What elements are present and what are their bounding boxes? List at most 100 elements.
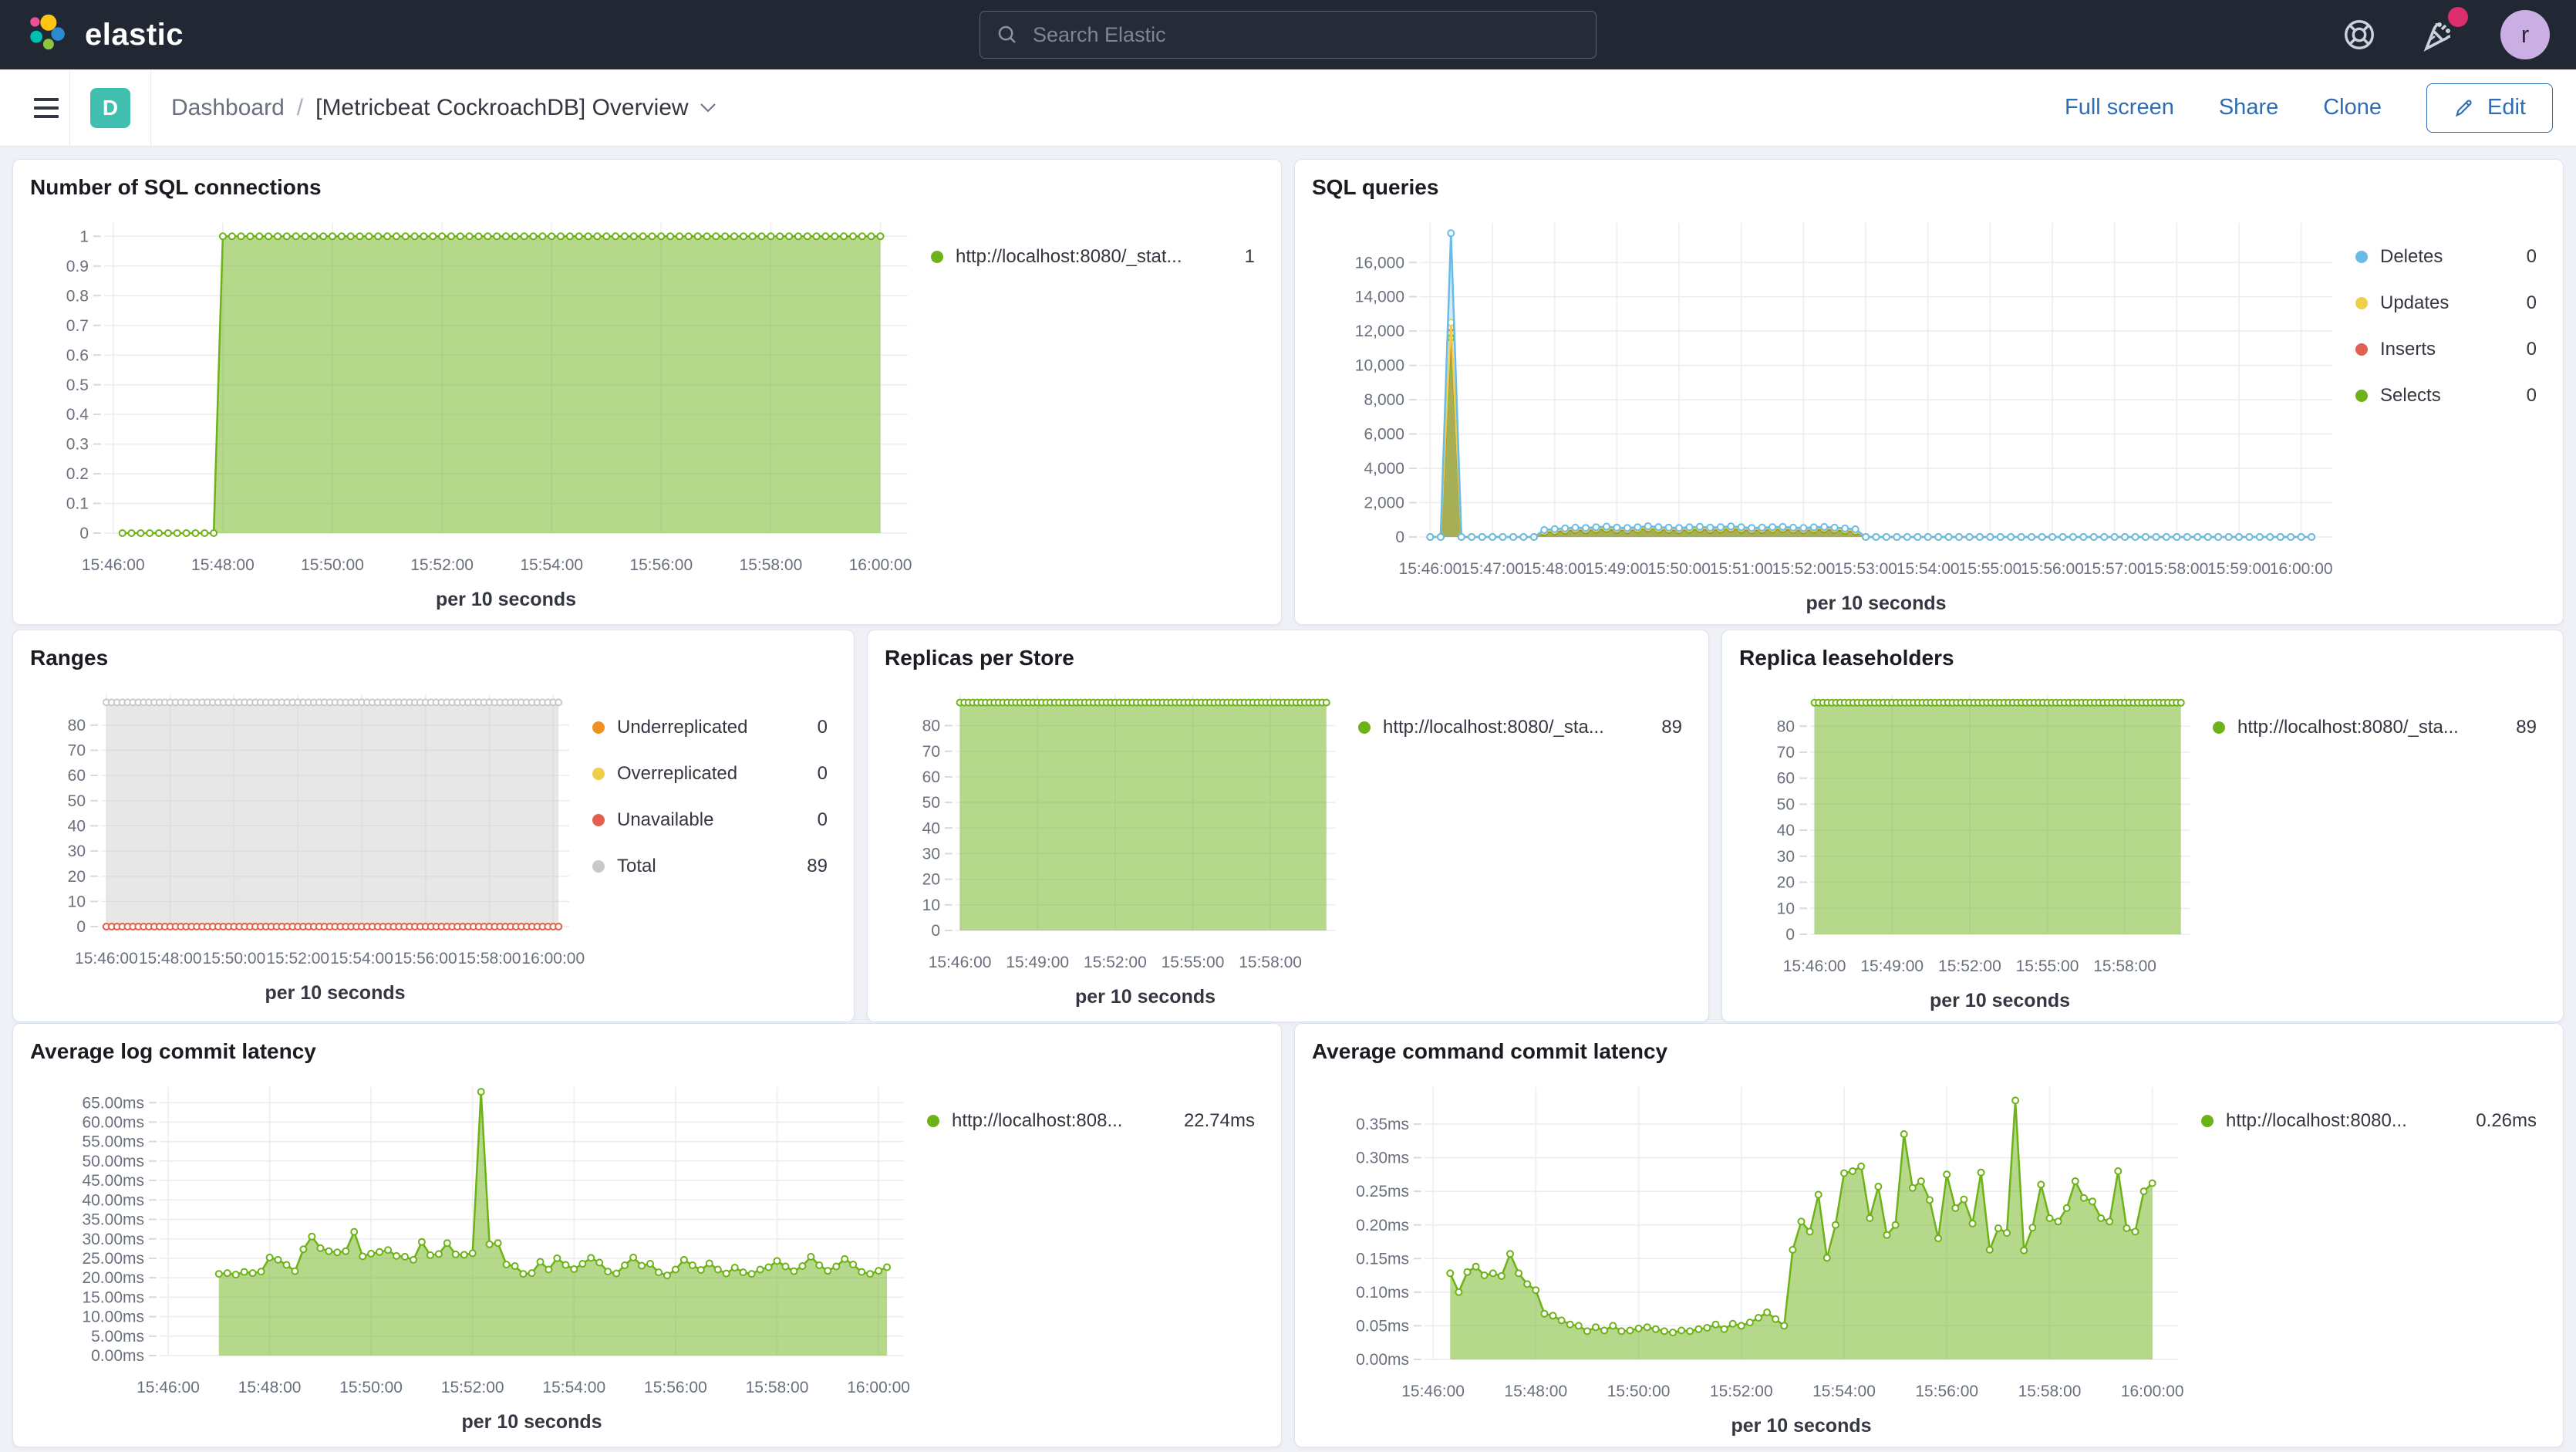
svg-text:40: 40 [1777,822,1795,839]
edit-button[interactable]: Edit [2426,83,2553,133]
svg-text:0.7: 0.7 [66,317,89,335]
legend-item[interactable]: Overreplicated0 [592,763,828,785]
menu-button[interactable] [23,90,69,126]
full-screen-button[interactable]: Full screen [2065,95,2174,120]
svg-text:per 10 seconds: per 10 seconds [1930,990,2070,1011]
log-commit-latency-chart[interactable]: 65.00ms60.00ms55.00ms50.00ms45.00ms40.00… [30,1067,921,1444]
dashboard-badge[interactable]: D [90,88,130,128]
chart-svg-sql-connections: 10.90.80.70.60.50.40.30.20.1015:46:0015:… [30,203,925,613]
pencil-icon [2453,97,2475,119]
command-commit-latency-chart[interactable]: 0.35ms0.30ms0.25ms0.20ms0.15ms0.10ms0.05… [1312,1067,2195,1444]
avatar[interactable]: r [2500,10,2550,59]
svg-text:15:55:00: 15:55:00 [1959,560,2022,578]
svg-text:15:46:00: 15:46:00 [1783,957,1846,975]
svg-text:15:48:00: 15:48:00 [191,556,255,574]
svg-text:15:50:00: 15:50:00 [339,1379,403,1396]
legend-dot [927,1115,939,1127]
svg-text:0.00ms: 0.00ms [91,1347,144,1365]
svg-text:1: 1 [79,228,89,245]
page-title[interactable]: [Metricbeat CockroachDB] Overview [315,95,716,121]
svg-text:50: 50 [68,792,86,810]
svg-text:15:48:00: 15:48:00 [238,1379,302,1396]
legend-item[interactable]: Selects 0 [2355,385,2537,407]
replicas-per-store-chart[interactable]: 8070605040302010015:46:0015:49:0015:52:0… [885,674,1352,1018]
svg-text:15:48:00: 15:48:00 [139,950,202,967]
svg-text:0.25ms: 0.25ms [1356,1183,1409,1200]
svg-text:15:56:00: 15:56:00 [394,950,457,967]
legend-label: http://localhost:8080... [2226,1110,2407,1132]
legend-dot [592,768,605,780]
legend-label: Updates [2380,292,2449,314]
svg-text:0: 0 [1395,528,1404,546]
svg-text:15.00ms: 15.00ms [82,1288,144,1306]
svg-text:16,000: 16,000 [1355,254,1404,272]
svg-text:per 10 seconds: per 10 seconds [436,589,576,610]
clone-button[interactable]: Clone [2323,95,2382,120]
legend-item[interactable]: http://localhost:8080/_stat...1 [931,246,1255,268]
legend-value: 89 [1650,717,1682,738]
svg-text:0.00ms: 0.00ms [1356,1351,1409,1369]
legend-item[interactable]: Deletes0 [2355,246,2537,268]
svg-text:15:48:00: 15:48:00 [1504,1383,1567,1400]
replica-leaseholders-chart[interactable]: 8070605040302010015:46:0015:49:0015:52:0… [1739,674,2207,1018]
svg-text:15:56:00: 15:56:00 [2021,560,2084,578]
legend-item[interactable]: http://localhost:8080/_sta...89 [2213,717,2537,738]
svg-text:15:48:00: 15:48:00 [1523,560,1586,578]
svg-text:15:50:00: 15:50:00 [203,950,266,967]
svg-text:15:49:00: 15:49:00 [1860,957,1924,975]
svg-text:15:55:00: 15:55:00 [2016,957,2079,975]
ranges-chart[interactable]: 8070605040302010015:46:0015:48:0015:50:0… [30,674,586,1018]
svg-text:0.15ms: 0.15ms [1356,1250,1409,1268]
svg-text:15:58:00: 15:58:00 [458,950,521,967]
sql-queries-chart[interactable]: 16,00014,00012,00010,0008,0006,0004,0002… [1312,203,2349,621]
svg-text:20: 20 [922,871,940,889]
search-input[interactable] [1031,22,1580,48]
svg-text:per 10 seconds: per 10 seconds [265,982,405,1004]
svg-text:0.4: 0.4 [66,406,89,424]
panel-title: Average log commit latency [30,1039,1264,1064]
legend-dot [2355,343,2368,356]
svg-text:15:46:00: 15:46:00 [82,556,145,574]
chart-legend: http://localhost:808...22.74ms [921,1067,1264,1444]
help-icon[interactable] [2342,17,2377,52]
svg-text:20.00ms: 20.00ms [82,1269,144,1287]
svg-text:0: 0 [76,918,86,936]
svg-text:60: 60 [68,767,86,785]
share-button[interactable]: Share [2219,95,2278,120]
legend-dot [592,860,605,873]
panel-title: SQL queries [1312,175,2546,200]
legend-value: 0 [2516,385,2537,407]
legend-item[interactable]: http://localhost:8080/_sta...89 [1358,717,1682,738]
sql-connections-chart[interactable]: 10.90.80.70.60.50.40.30.20.1015:46:0015:… [30,203,925,621]
svg-text:15:54:00: 15:54:00 [1812,1383,1876,1400]
legend-dot [2355,297,2368,309]
chart-legend: http://localhost:8080/_sta...89 [2207,674,2546,1018]
svg-text:15:46:00: 15:46:00 [1401,1383,1465,1400]
legend-item[interactable]: Underreplicated0 [592,717,828,738]
svg-text:4,000: 4,000 [1364,460,1404,478]
legend-item[interactable]: Unavailable0 [592,809,828,831]
svg-text:15:49:00: 15:49:00 [1006,954,1069,971]
newsfeed-icon[interactable] [2420,16,2457,53]
legend-item[interactable]: Total89 [592,856,828,877]
svg-text:per 10 seconds: per 10 seconds [1806,593,1946,614]
legend-label: http://localhost:8080/_stat... [956,246,1182,268]
svg-text:80: 80 [68,717,86,734]
divider [150,69,151,147]
elastic-brand[interactable]: elastic [26,13,184,56]
svg-text:10: 10 [1777,900,1795,917]
svg-text:65.00ms: 65.00ms [82,1094,144,1112]
legend-item[interactable]: http://localhost:8080...0.26ms [2201,1110,2537,1132]
svg-text:15:58:00: 15:58:00 [740,556,803,574]
legend-label: Selects [2380,385,2441,407]
svg-text:15:52:00: 15:52:00 [1772,560,1836,578]
chart-legend: http://localhost:8080/_stat...1 [925,203,1264,621]
legend-item[interactable]: http://localhost:808...22.74ms [927,1110,1255,1132]
chart-legend: http://localhost:8080/_sta...89 [1352,674,1691,1018]
legend-item[interactable]: Updates0 [2355,292,2537,314]
svg-text:6,000: 6,000 [1364,426,1404,444]
legend-item[interactable]: Inserts0 [2355,339,2537,360]
svg-text:15:52:00: 15:52:00 [1710,1383,1773,1400]
elastic-logo-icon [26,13,69,56]
breadcrumb-dashboard-link[interactable]: Dashboard [171,95,285,121]
